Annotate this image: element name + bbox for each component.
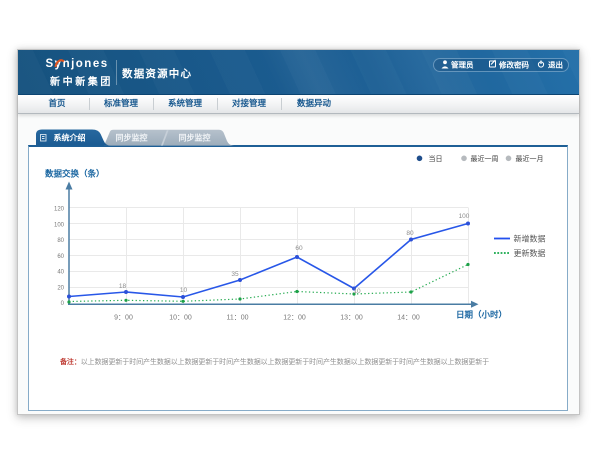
svg-text:退出: 退出: [548, 60, 563, 70]
svg-text:10：00: 10：00: [169, 315, 192, 322]
svg-text:100: 100: [459, 213, 470, 220]
svg-text:同步监控: 同步监控: [179, 133, 211, 143]
svg-text:数据交换（条）: 数据交换（条）: [45, 169, 105, 179]
svg-text:20: 20: [57, 286, 64, 292]
svg-text:0: 0: [61, 301, 65, 307]
svg-text:12：00: 12：00: [283, 315, 306, 322]
svg-text:100: 100: [54, 223, 65, 229]
svg-text:最近一周: 最近一周: [471, 154, 499, 163]
svg-text:18: 18: [119, 283, 127, 290]
svg-text:9：00: 9：00: [114, 315, 133, 322]
svg-text:新增数据: 新增数据: [514, 234, 546, 244]
svg-text:管理员: 管理员: [451, 60, 474, 70]
svg-text:系统介绍: 系统介绍: [54, 133, 86, 143]
svg-text:80: 80: [57, 238, 64, 244]
svg-text:40: 40: [57, 270, 64, 276]
svg-text:修改密码: 修改密码: [498, 60, 529, 70]
svg-text:10: 10: [180, 287, 188, 294]
svg-text:当日: 当日: [429, 154, 443, 163]
svg-text:80: 80: [406, 230, 414, 237]
svg-text:35: 35: [231, 271, 239, 278]
svg-text:60: 60: [295, 245, 303, 252]
svg-text:更新数据: 更新数据: [514, 248, 546, 258]
svg-text:11：00: 11：00: [226, 315, 248, 322]
svg-text:14：00: 14：00: [397, 315, 420, 322]
svg-text:最近一月: 最近一月: [516, 154, 544, 163]
svg-text:日期（小时）: 日期（小时）: [456, 309, 507, 319]
svg-text:同步监控: 同步监控: [116, 133, 148, 143]
svg-text:10: 10: [353, 288, 361, 295]
svg-text:60: 60: [57, 254, 64, 260]
svg-text:13：00: 13：00: [340, 315, 363, 322]
svg-text:120: 120: [54, 207, 65, 213]
